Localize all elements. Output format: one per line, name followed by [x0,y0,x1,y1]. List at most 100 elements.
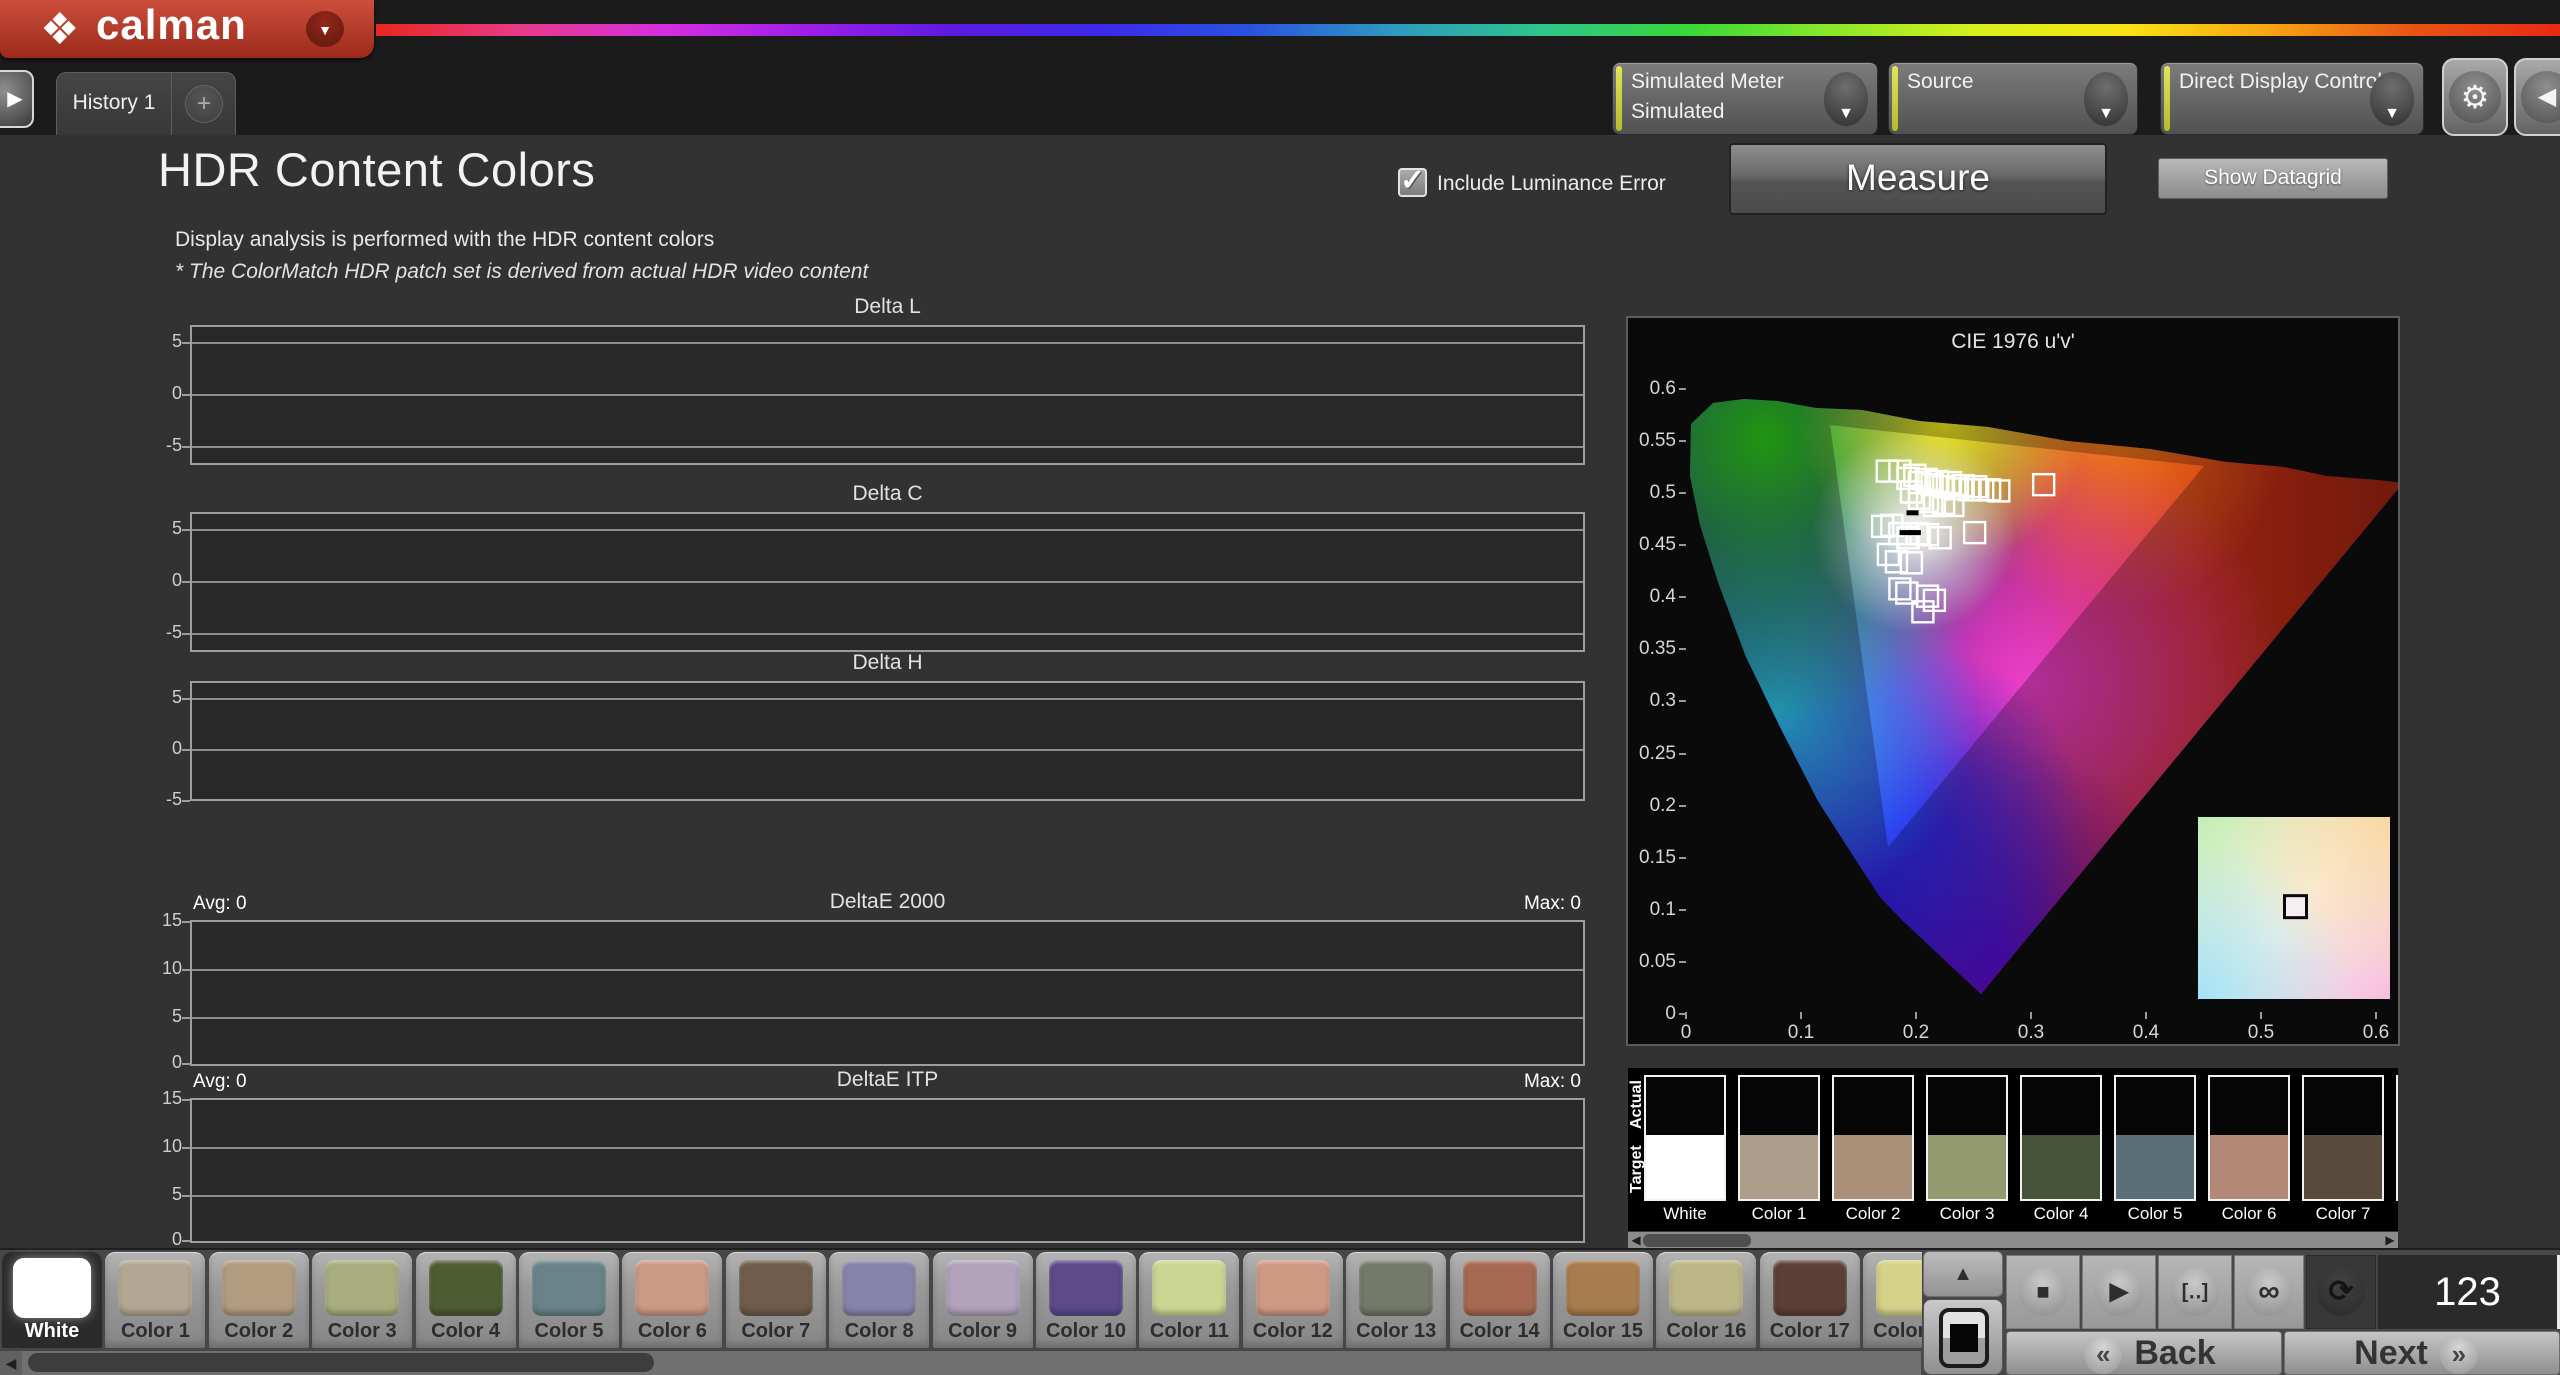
cie-chart-title: CIE 1976 u'v' [1628,330,2398,354]
tab-history-1[interactable]: History 1 [56,72,172,135]
patch-column [1644,1075,1726,1201]
color-tab-color-14[interactable]: Color 14 [1450,1252,1550,1348]
add-tab-button[interactable]: + [185,85,223,123]
collapse-panel-button[interactable]: ◀ [2514,58,2560,136]
color-tab-color-7[interactable]: Color 7 [726,1252,826,1348]
back-button[interactable]: «Back [2006,1331,2282,1375]
include-luminance-checkbox[interactable]: ✓ [1398,168,1427,197]
source-dropdown[interactable]: Source ▼ [1888,62,2138,135]
loop-continuous-button[interactable]: ∞ [2234,1255,2304,1329]
gridline [192,698,1583,700]
stop-icon: ■ [2019,1268,2067,1316]
scroll-left-icon[interactable]: ◀ [0,1351,22,1375]
display-control-dropdown-accent [2164,66,2170,131]
color-swatch [532,1260,606,1316]
play-button[interactable]: ▶ [2082,1255,2156,1329]
color-tab-color-13[interactable]: Color 13 [1346,1252,1446,1348]
chart-plot-area [190,1098,1585,1243]
patch-column-label: White [1644,1204,1726,1224]
patch-actual-swatch [1928,1077,2006,1135]
show-datagrid-button[interactable]: Show Datagrid [2158,158,2388,199]
color-tab-color-1[interactable]: Color 1 [105,1252,205,1348]
stop-button[interactable]: ■ [2006,1255,2080,1329]
measure-button[interactable]: Measure [1729,143,2107,215]
color-tab-label: Color 10 [1036,1320,1136,1343]
cie-chromaticity-diagram [1686,381,2400,1014]
source-dropdown-label: Source [1907,70,1974,94]
color-tab-color-9[interactable]: Color 9 [933,1252,1033,1348]
color-tab-color-16[interactable]: Color 16 [1656,1252,1756,1348]
display-control-dropdown[interactable]: Direct Display Control ▼ [2160,62,2424,135]
color-tab-color-4[interactable]: Color 4 [416,1252,516,1348]
color-tab-color-18[interactable]: Color 18 [1863,1252,1922,1348]
strip-scrollbar[interactable]: ◀ [0,1351,1921,1375]
strip-scrollbar-thumb[interactable] [28,1353,654,1372]
color-swatch [118,1260,192,1316]
include-luminance-label: Include Luminance Error [1437,172,1666,196]
scroll-left-icon[interactable]: ◀ [1628,1232,1644,1248]
patch-column-label: Color 1 [1738,1204,1820,1224]
cie-y-tick-label: 0 [1628,1003,1676,1025]
color-swatch [1256,1260,1330,1316]
y-tick-label: 0 [138,738,182,759]
strip-expand-button[interactable]: ▲ [1923,1251,2003,1297]
rainbow-spectrum-strip [376,24,2560,36]
y-tick-label: -5 [138,789,182,810]
cie-y-tick-label: 0.1 [1628,899,1676,921]
patch-grid-scrollbar-thumb[interactable] [1643,1234,1751,1247]
cie-y-tick-label: 0.5 [1628,482,1676,504]
y-tick-mark [182,698,190,700]
chart-plot-area [190,512,1585,652]
color-tab-color-10[interactable]: Color 10 [1036,1252,1136,1348]
scroll-right-icon[interactable]: ▶ [2382,1232,2398,1248]
chevron-down-icon: ▼ [318,22,332,38]
cie-y-tick-label: 0.6 [1628,378,1676,400]
y-tick-label: 5 [138,331,182,352]
cie-x-tick-label: 0 [1656,1022,1716,1044]
color-tab-label: Color 9 [933,1320,1033,1343]
patch-comparison-panel: Actual Target WhiteColor 1Color 2Color 3… [1628,1068,2398,1250]
y-tick-label: 5 [138,1006,182,1027]
color-tab-white[interactable]: White [2,1252,102,1348]
cie-y-tick-label: 0.3 [1628,690,1676,712]
cie-y-tick-label: 0.05 [1628,951,1676,973]
chart-plot-area [190,325,1585,465]
color-swatch [842,1260,916,1316]
color-swatch [222,1260,296,1316]
step-sequence-button[interactable]: [‥] [2158,1255,2232,1329]
cie-x-tick-mark [1915,1012,1917,1019]
color-tab-color-15[interactable]: Color 15 [1553,1252,1653,1348]
patch-actual-swatch [2304,1077,2382,1135]
pattern-window-button[interactable] [1923,1299,2003,1375]
patch-actual-swatch [2116,1077,2194,1135]
patch-grid-scrollbar[interactable]: ◀ ▶ [1628,1231,2398,1248]
refresh-button[interactable]: ⟳ [2306,1255,2376,1329]
cie-y-tick-mark [1679,440,1686,442]
meter-dropdown[interactable]: Simulated Meter Simulated ▼ [1612,62,1878,135]
cie-x-tick-label: 0.1 [1771,1022,1831,1044]
main-menu-button[interactable]: ▼ [306,11,344,47]
patch-actual-swatch [1740,1077,1818,1135]
actual-row-label: Actual [1628,1075,1644,1135]
gridline [192,633,1583,635]
patch-target-swatch [1740,1135,1818,1199]
color-tab-color-8[interactable]: Color 8 [829,1252,929,1348]
y-tick-mark [182,394,190,396]
calman-logo: ❖ calman ▼ [0,0,374,58]
color-tab-color-12[interactable]: Color 12 [1243,1252,1343,1348]
color-tab-color-5[interactable]: Color 5 [519,1252,619,1348]
color-tab-color-11[interactable]: Color 11 [1139,1252,1239,1348]
settings-button[interactable]: ⚙ [2442,58,2508,136]
y-tick-mark [182,1063,190,1065]
patch-target-swatch [2210,1135,2288,1199]
patch-selector-tabs: WhiteColor 1Color 2Color 3Color 4Color 5… [0,1248,1922,1348]
workspace-expander-button[interactable]: ▶ [0,70,34,128]
color-tab-color-3[interactable]: Color 3 [312,1252,412,1348]
color-tab-color-17[interactable]: Color 17 [1760,1252,1860,1348]
cie-y-tick-mark [1679,388,1686,390]
y-tick-mark [182,1147,190,1149]
color-tab-color-6[interactable]: Color 6 [622,1252,722,1348]
color-tab-color-2[interactable]: Color 2 [209,1252,309,1348]
y-tick-mark [182,1195,190,1197]
next-button[interactable]: Next» [2284,1331,2560,1375]
